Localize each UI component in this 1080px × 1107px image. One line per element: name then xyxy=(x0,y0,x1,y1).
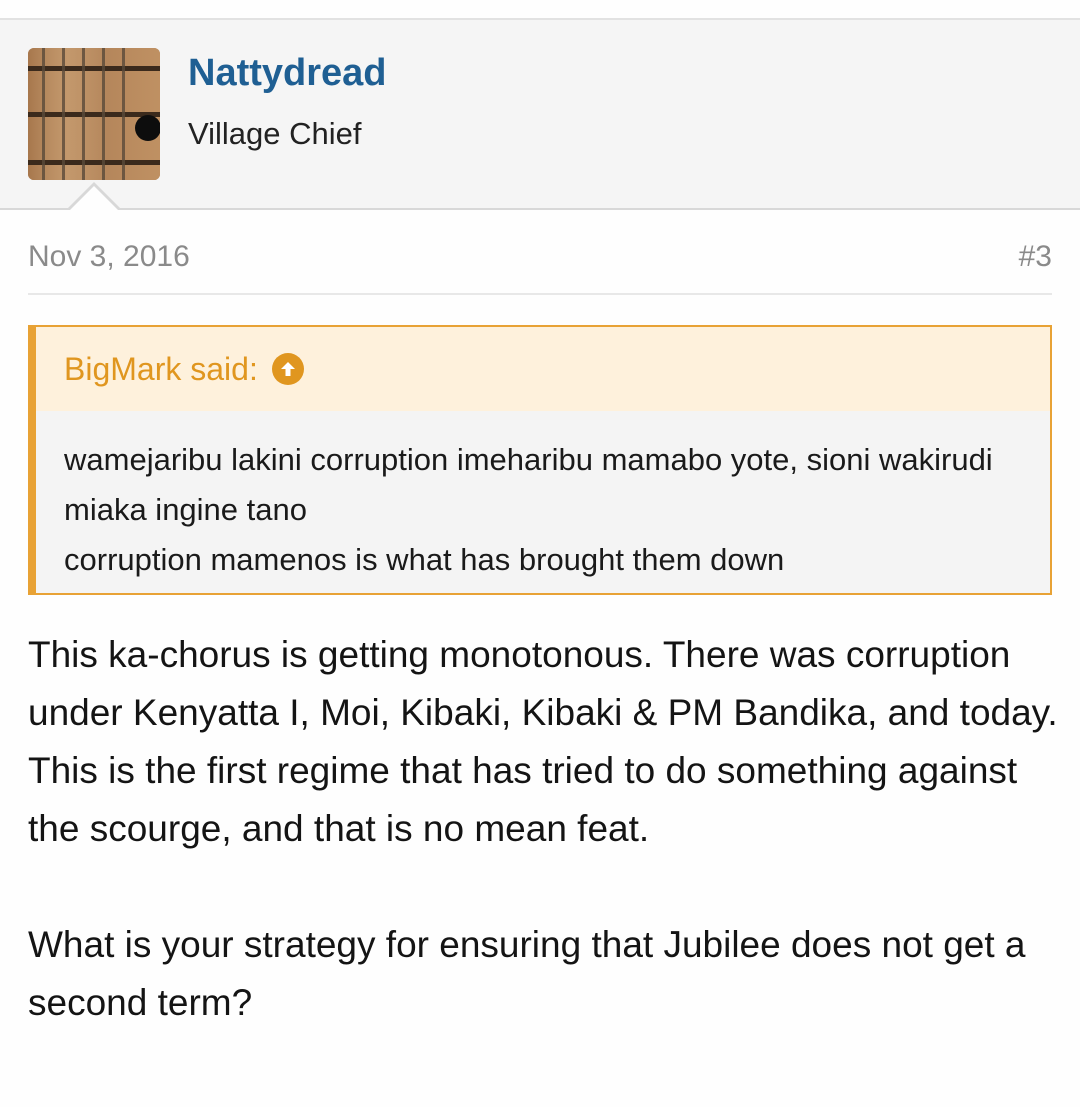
quote-line: wamejaribu lakini corruption imeharibu m… xyxy=(64,442,993,527)
post-date-link[interactable]: Nov 3, 2016 xyxy=(28,240,190,274)
guitar-fretboard-avatar-icon xyxy=(28,48,160,180)
post-message: This ka-chorus is getting monotonous. Th… xyxy=(28,626,1058,1032)
author-pointer-fill xyxy=(70,186,118,210)
arrow-up-circle-icon[interactable] xyxy=(271,353,304,385)
post-author-header xyxy=(0,20,1080,210)
username-link[interactable]: Nattydread xyxy=(188,52,387,95)
post-paragraph: This ka-chorus is getting monotonous. Th… xyxy=(28,634,1058,849)
quote-content: wamejaribu lakini corruption imeharibu m… xyxy=(36,411,1050,585)
quote-author-link[interactable]: BigMark said: xyxy=(64,351,258,388)
quote-line: corruption mamenos is what has brought t… xyxy=(64,542,785,577)
meta-divider xyxy=(28,293,1052,295)
post-number-link[interactable]: #3 xyxy=(1019,240,1052,274)
post-paragraph: What is your strategy for ensuring that … xyxy=(28,924,1026,1023)
quote-header: BigMark said: xyxy=(36,327,1050,411)
avatar[interactable] xyxy=(28,48,160,180)
quote-block: BigMark said: wamejaribu lakini corrupti… xyxy=(28,325,1052,595)
user-title: Village Chief xyxy=(188,116,362,151)
